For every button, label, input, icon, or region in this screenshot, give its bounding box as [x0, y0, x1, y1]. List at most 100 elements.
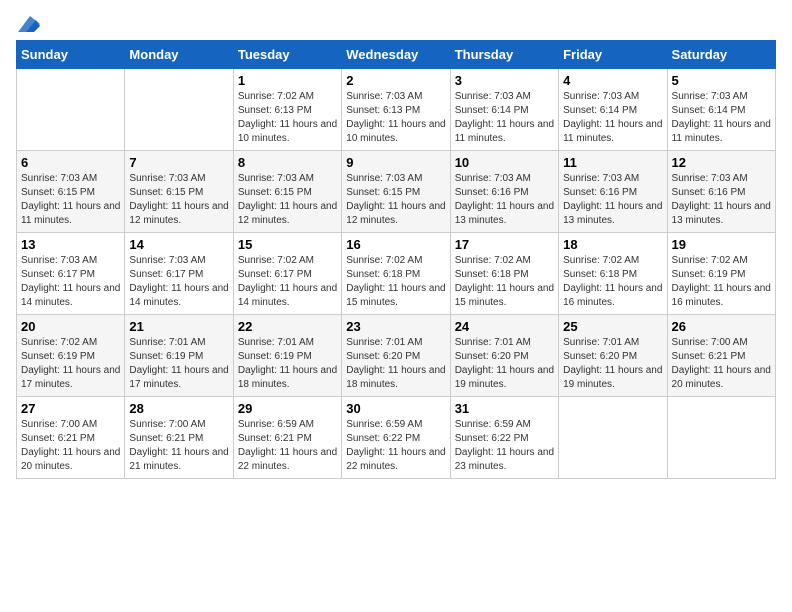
day-info: Sunrise: 7:02 AM Sunset: 6:17 PM Dayligh…: [238, 254, 337, 310]
calendar-cell: 16 Sunrise: 7:02 AM Sunset: 6:18 PM Dayli…: [342, 233, 450, 315]
day-number: 1: [238, 73, 337, 88]
day-number: 8: [238, 155, 337, 170]
day-info: Sunrise: 7:01 AM Sunset: 6:20 PM Dayligh…: [455, 336, 554, 392]
calendar-cell: 25 Sunrise: 7:01 AM Sunset: 6:20 PM Dayli…: [559, 315, 667, 397]
day-number: 14: [129, 237, 228, 252]
calendar-header-thursday: Thursday: [450, 41, 558, 69]
day-info: Sunrise: 7:03 AM Sunset: 6:16 PM Dayligh…: [672, 172, 771, 228]
day-info: Sunrise: 7:03 AM Sunset: 6:14 PM Dayligh…: [672, 90, 771, 146]
calendar-cell: 24Sunrise: 7:01 AM Sunset: 6:20 PM Dayli…: [450, 315, 558, 397]
day-number: 25: [563, 319, 662, 334]
day-info: Sunrise: 7:03 AM Sunset: 6:17 PM Dayligh…: [129, 254, 228, 310]
calendar-cell: 3 Sunrise: 7:03 AM Sunset: 6:14 PM Daylig…: [450, 69, 558, 151]
calendar-cell: [17, 69, 125, 151]
calendar-week-2: 6 Sunrise: 7:03 AM Sunset: 6:15 PM Daylig…: [17, 151, 776, 233]
calendar-week-5: 27 Sunrise: 7:00 AM Sunset: 6:21 PM Dayli…: [17, 397, 776, 479]
calendar-cell: 6Sunrise: 7:03 AM Sunset: 6:15 PM Daylig…: [17, 151, 125, 233]
day-number: 23: [346, 319, 445, 334]
day-info: Sunrise: 7:03 AM Sunset: 6:15 PM Dayligh…: [238, 172, 337, 228]
calendar-cell: 20 Sunrise: 7:02 AM Sunset: 6:19 PM Dayli…: [17, 315, 125, 397]
day-number: 4: [563, 73, 662, 88]
day-info: Sunrise: 6:59 AM Sunset: 6:22 PM Dayligh…: [346, 418, 445, 474]
calendar-cell: 19 Sunrise: 7:02 AM Sunset: 6:19 PM Dayli…: [667, 233, 775, 315]
calendar-cell: [125, 69, 233, 151]
day-number: 26: [672, 319, 771, 334]
day-number: 13: [21, 237, 120, 252]
logo: [16, 16, 40, 32]
calendar-body: 1 Sunrise: 7:02 AM Sunset: 6:13 PM Daylig…: [17, 69, 776, 479]
day-number: 18: [563, 237, 662, 252]
day-info: Sunrise: 7:03 AM Sunset: 6:14 PM Dayligh…: [563, 90, 662, 146]
calendar-cell: 11Sunrise: 7:03 AM Sunset: 6:16 PM Dayli…: [559, 151, 667, 233]
day-number: 29: [238, 401, 337, 416]
day-number: 10: [455, 155, 554, 170]
day-number: 9: [346, 155, 445, 170]
day-info: Sunrise: 7:02 AM Sunset: 6:18 PM Dayligh…: [346, 254, 445, 310]
calendar-cell: 21Sunrise: 7:01 AM Sunset: 6:19 PM Dayli…: [125, 315, 233, 397]
calendar-cell: 8 Sunrise: 7:03 AM Sunset: 6:15 PM Daylig…: [233, 151, 341, 233]
calendar-header-friday: Friday: [559, 41, 667, 69]
calendar-cell: 7Sunrise: 7:03 AM Sunset: 6:15 PM Daylig…: [125, 151, 233, 233]
calendar-cell: 14 Sunrise: 7:03 AM Sunset: 6:17 PM Dayli…: [125, 233, 233, 315]
calendar-week-1: 1 Sunrise: 7:02 AM Sunset: 6:13 PM Daylig…: [17, 69, 776, 151]
day-number: 19: [672, 237, 771, 252]
day-info: Sunrise: 7:00 AM Sunset: 6:21 PM Dayligh…: [129, 418, 228, 474]
day-number: 27: [21, 401, 120, 416]
day-info: Sunrise: 7:02 AM Sunset: 6:18 PM Dayligh…: [563, 254, 662, 310]
calendar-cell: 26 Sunrise: 7:00 AM Sunset: 6:21 PM Dayli…: [667, 315, 775, 397]
day-number: 2: [346, 73, 445, 88]
calendar-week-3: 13 Sunrise: 7:03 AM Sunset: 6:17 PM Dayli…: [17, 233, 776, 315]
day-info: Sunrise: 7:03 AM Sunset: 6:16 PM Dayligh…: [563, 172, 662, 228]
calendar-cell: 10 Sunrise: 7:03 AM Sunset: 6:16 PM Dayli…: [450, 151, 558, 233]
day-info: Sunrise: 7:03 AM Sunset: 6:13 PM Dayligh…: [346, 90, 445, 146]
day-number: 31: [455, 401, 554, 416]
calendar-cell: 5 Sunrise: 7:03 AM Sunset: 6:14 PM Daylig…: [667, 69, 775, 151]
day-info: Sunrise: 7:02 AM Sunset: 6:19 PM Dayligh…: [672, 254, 771, 310]
logo-icon: [18, 16, 40, 32]
day-info: Sunrise: 7:01 AM Sunset: 6:20 PM Dayligh…: [563, 336, 662, 392]
calendar-header-tuesday: Tuesday: [233, 41, 341, 69]
calendar-cell: 23Sunrise: 7:01 AM Sunset: 6:20 PM Dayli…: [342, 315, 450, 397]
calendar-cell: 1 Sunrise: 7:02 AM Sunset: 6:13 PM Daylig…: [233, 69, 341, 151]
calendar-cell: 22 Sunrise: 7:01 AM Sunset: 6:19 PM Dayli…: [233, 315, 341, 397]
day-number: 15: [238, 237, 337, 252]
calendar-cell: 28 Sunrise: 7:00 AM Sunset: 6:21 PM Dayli…: [125, 397, 233, 479]
calendar-table: SundayMondayTuesdayWednesdayThursdayFrid…: [16, 40, 776, 479]
calendar-cell: 27 Sunrise: 7:00 AM Sunset: 6:21 PM Dayli…: [17, 397, 125, 479]
day-info: Sunrise: 7:03 AM Sunset: 6:15 PM Dayligh…: [346, 172, 445, 228]
day-number: 30: [346, 401, 445, 416]
day-number: 28: [129, 401, 228, 416]
day-info: Sunrise: 6:59 AM Sunset: 6:22 PM Dayligh…: [455, 418, 554, 474]
day-info: Sunrise: 7:03 AM Sunset: 6:15 PM Dayligh…: [129, 172, 228, 228]
calendar-header-saturday: Saturday: [667, 41, 775, 69]
day-number: 6: [21, 155, 120, 170]
day-info: Sunrise: 7:00 AM Sunset: 6:21 PM Dayligh…: [21, 418, 120, 474]
calendar-cell: 9 Sunrise: 7:03 AM Sunset: 6:15 PM Daylig…: [342, 151, 450, 233]
calendar-cell: 15 Sunrise: 7:02 AM Sunset: 6:17 PM Dayli…: [233, 233, 341, 315]
calendar-cell: 30 Sunrise: 6:59 AM Sunset: 6:22 PM Dayli…: [342, 397, 450, 479]
day-number: 16: [346, 237, 445, 252]
day-info: Sunrise: 7:00 AM Sunset: 6:21 PM Dayligh…: [672, 336, 771, 392]
day-info: Sunrise: 7:02 AM Sunset: 6:13 PM Dayligh…: [238, 90, 337, 146]
day-number: 5: [672, 73, 771, 88]
calendar-cell: 4 Sunrise: 7:03 AM Sunset: 6:14 PM Daylig…: [559, 69, 667, 151]
day-number: 20: [21, 319, 120, 334]
calendar-cell: 18 Sunrise: 7:02 AM Sunset: 6:18 PM Dayli…: [559, 233, 667, 315]
day-info: Sunrise: 6:59 AM Sunset: 6:21 PM Dayligh…: [238, 418, 337, 474]
calendar-cell: 13 Sunrise: 7:03 AM Sunset: 6:17 PM Dayli…: [17, 233, 125, 315]
day-number: 17: [455, 237, 554, 252]
day-number: 21: [129, 319, 228, 334]
calendar-cell: 31 Sunrise: 6:59 AM Sunset: 6:22 PM Dayli…: [450, 397, 558, 479]
day-info: Sunrise: 7:03 AM Sunset: 6:16 PM Dayligh…: [455, 172, 554, 228]
day-number: 22: [238, 319, 337, 334]
calendar-header-sunday: Sunday: [17, 41, 125, 69]
day-number: 3: [455, 73, 554, 88]
calendar-cell: 29 Sunrise: 6:59 AM Sunset: 6:21 PM Dayli…: [233, 397, 341, 479]
day-info: Sunrise: 7:01 AM Sunset: 6:19 PM Dayligh…: [238, 336, 337, 392]
day-info: Sunrise: 7:02 AM Sunset: 6:18 PM Dayligh…: [455, 254, 554, 310]
day-info: Sunrise: 7:02 AM Sunset: 6:19 PM Dayligh…: [21, 336, 120, 392]
day-info: Sunrise: 7:03 AM Sunset: 6:14 PM Dayligh…: [455, 90, 554, 146]
calendar-week-4: 20 Sunrise: 7:02 AM Sunset: 6:19 PM Dayli…: [17, 315, 776, 397]
calendar-cell: 2 Sunrise: 7:03 AM Sunset: 6:13 PM Daylig…: [342, 69, 450, 151]
day-info: Sunrise: 7:03 AM Sunset: 6:17 PM Dayligh…: [21, 254, 120, 310]
